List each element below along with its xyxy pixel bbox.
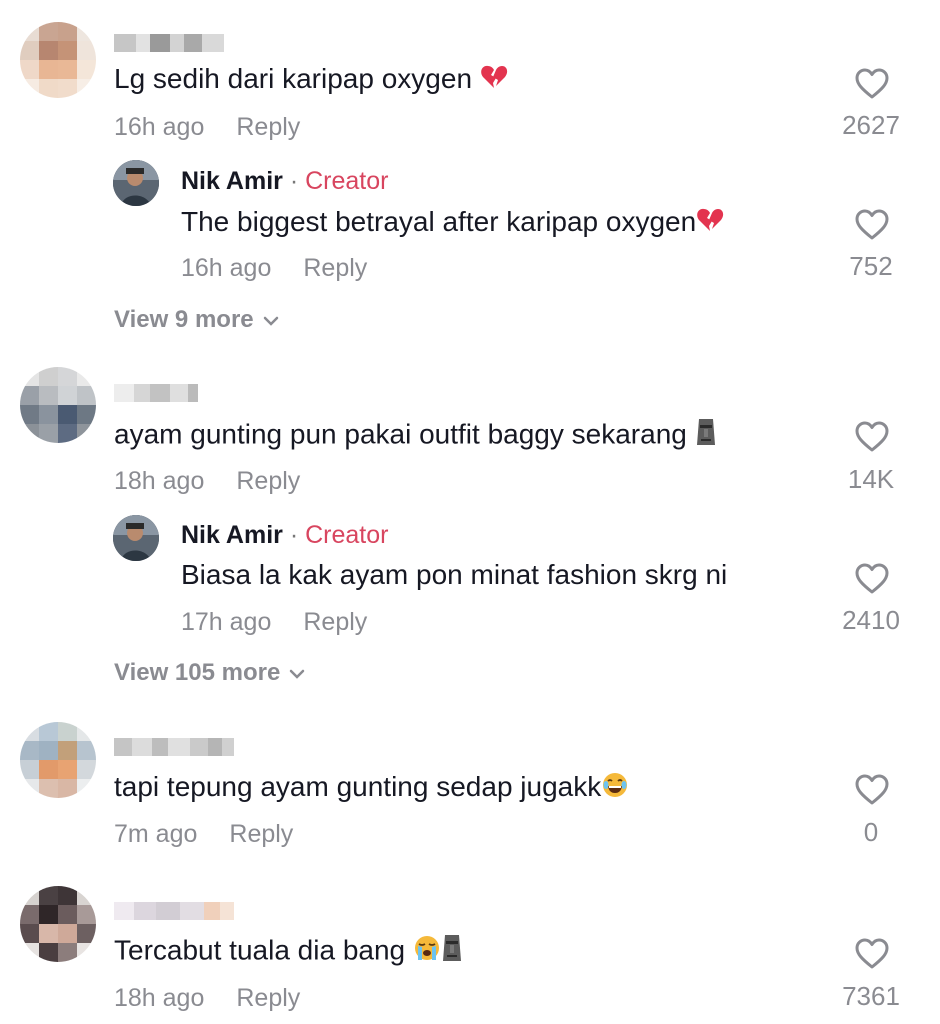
like-count: 7361	[842, 981, 900, 1011]
creator-badge: Creator	[305, 521, 389, 549]
reply-button[interactable]: Reply	[236, 113, 300, 141]
reply-time: 16h ago	[181, 254, 272, 282]
like-heart-icon[interactable]	[854, 68, 890, 100]
like-heart-icon[interactable]	[854, 563, 890, 595]
reply-meta: 17h ago Reply	[181, 607, 367, 637]
crying-face-icon	[413, 934, 441, 970]
reply-text: Biasa la kak ayam pon minat fashion skrg…	[181, 559, 728, 590]
comment-meta: 16h ago Reply	[114, 112, 300, 142]
comment-meta: 18h ago Reply	[114, 983, 300, 1013]
username-blurred[interactable]	[114, 738, 234, 756]
creator-badge: Creator	[305, 167, 389, 195]
creator-name[interactable]: Nik Amir	[181, 521, 283, 549]
comment-text: Lg sedih dari karipap oxygen	[114, 62, 508, 98]
separator-dot: ·	[289, 521, 299, 549]
comment-time: 18h ago	[114, 984, 205, 1012]
username-blurred[interactable]	[114, 384, 198, 402]
comment-time: 7m ago	[114, 820, 198, 848]
reply-time: 17h ago	[181, 608, 272, 636]
comment-text: tapi tepung ayam gunting sedap jugakk	[114, 770, 629, 807]
comment-time: 16h ago	[114, 113, 205, 141]
reply-button[interactable]: Reply	[303, 608, 367, 636]
view-more-replies-button[interactable]: View 9 more	[114, 305, 280, 335]
like-count: 2627	[842, 110, 900, 140]
avatar[interactable]	[20, 22, 96, 98]
chevron-down-icon	[290, 669, 305, 679]
moai-icon	[441, 933, 463, 971]
reply-text: The biggest betrayal after karipap oxyge…	[181, 205, 724, 241]
comment-meta: 18h ago Reply	[114, 466, 300, 496]
creator-avatar[interactable]	[113, 515, 159, 561]
avatar[interactable]	[20, 722, 96, 798]
creator-name-line: Nik Amir · Creator	[181, 166, 389, 196]
like-heart-icon[interactable]	[854, 421, 890, 453]
comment-meta: 7m ago Reply	[114, 819, 293, 849]
view-more-replies-button[interactable]: View 105 more	[114, 658, 306, 688]
separator-dot: ·	[289, 167, 299, 195]
username-blurred[interactable]	[114, 34, 224, 52]
creator-name[interactable]: Nik Amir	[181, 167, 283, 195]
moai-icon	[695, 417, 717, 455]
like-count: 752	[849, 251, 893, 281]
reply-meta: 16h ago Reply	[181, 253, 367, 283]
like-count: 0	[863, 817, 879, 847]
reply-button[interactable]: Reply	[303, 254, 367, 282]
laughing-icon	[601, 771, 629, 807]
creator-avatar[interactable]	[113, 160, 159, 206]
broken-heart-icon	[480, 64, 508, 98]
like-heart-icon[interactable]	[854, 209, 890, 241]
reply-button[interactable]: Reply	[229, 820, 293, 848]
like-count: 14K	[847, 464, 895, 494]
avatar[interactable]	[20, 367, 96, 443]
like-heart-icon[interactable]	[854, 774, 890, 806]
like-heart-icon[interactable]	[854, 938, 890, 970]
reply-button[interactable]: Reply	[236, 467, 300, 495]
broken-heart-icon	[696, 207, 724, 241]
chevron-down-icon	[263, 316, 278, 326]
comment-text: Tercabut tuala dia bang	[114, 933, 463, 971]
creator-name-line: Nik Amir · Creator	[181, 520, 389, 550]
comment-time: 18h ago	[114, 467, 205, 495]
reply-button[interactable]: Reply	[236, 984, 300, 1012]
username-blurred[interactable]	[114, 902, 234, 920]
like-count: 2410	[842, 605, 900, 635]
comment-text: ayam gunting pun pakai outfit baggy seka…	[114, 417, 717, 455]
avatar[interactable]	[20, 886, 96, 962]
